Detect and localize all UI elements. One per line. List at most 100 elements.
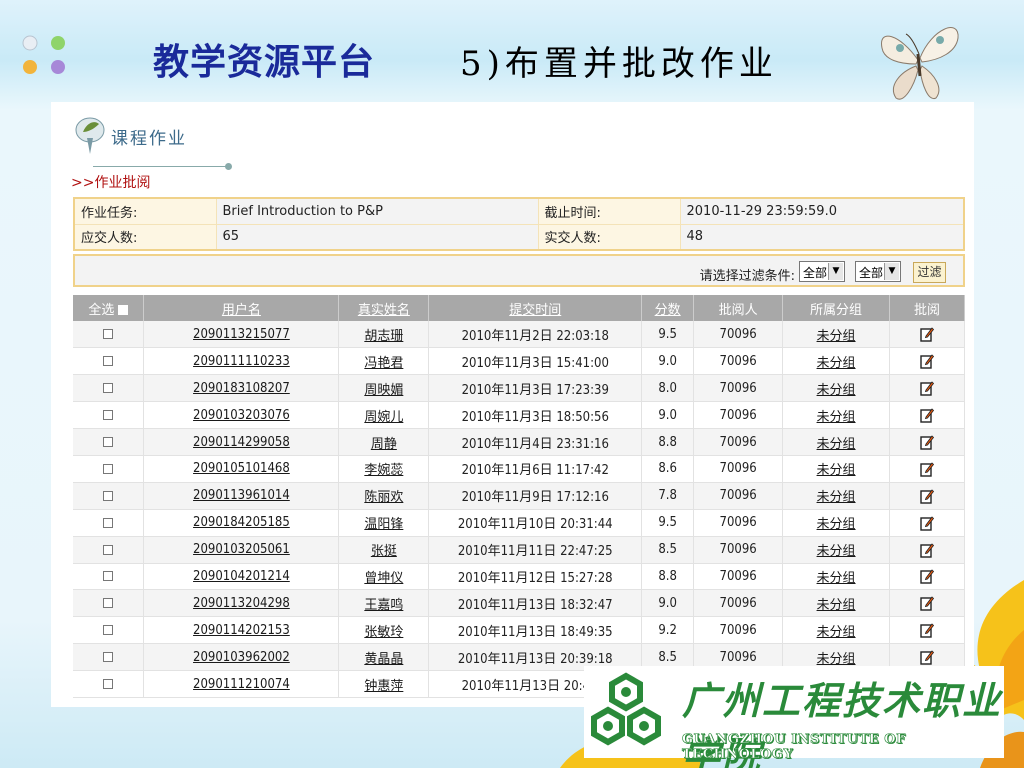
row-select-cell xyxy=(73,401,145,430)
username-link[interactable]: 2090114299058 xyxy=(193,435,290,450)
username-link[interactable]: 2090105101468 xyxy=(193,461,290,476)
row-checkbox[interactable] xyxy=(103,410,114,421)
group-link[interactable]: 未分组 xyxy=(817,544,856,559)
group-link[interactable]: 未分组 xyxy=(817,598,856,613)
group-link[interactable]: 未分组 xyxy=(817,356,856,371)
row-checkbox[interactable] xyxy=(103,437,114,447)
realname-link[interactable]: 张挺 xyxy=(371,544,397,559)
realname-link[interactable]: 陈丽欢 xyxy=(364,490,403,505)
reviewer-cell: 70096 xyxy=(693,482,784,510)
realname-link[interactable]: 周静 xyxy=(371,437,397,452)
realname-link[interactable]: 周映媚 xyxy=(364,383,403,398)
group-cell: 未分组 xyxy=(782,321,891,349)
group-link[interactable]: 未分组 xyxy=(817,437,856,452)
edit-icon[interactable] xyxy=(920,515,934,531)
row-checkbox[interactable] xyxy=(103,463,114,474)
row-checkbox[interactable] xyxy=(103,490,114,501)
username-link[interactable]: 2090111210074 xyxy=(193,677,290,692)
group-link[interactable]: 未分组 xyxy=(817,517,856,532)
username-cell: 2090113204298 xyxy=(143,589,340,618)
realname-link[interactable]: 温阳锋 xyxy=(364,517,403,532)
username-link[interactable]: 2090111110233 xyxy=(193,354,290,369)
group-link[interactable]: 未分组 xyxy=(817,410,856,425)
realname-link[interactable]: 钟惠萍 xyxy=(364,679,403,694)
realname-cell: 周映媚 xyxy=(338,374,430,403)
edit-icon[interactable] xyxy=(920,595,934,612)
filter-button[interactable]: 过滤 xyxy=(913,262,946,283)
realname-link[interactable]: 冯艳君 xyxy=(364,356,403,371)
realname-link[interactable]: 李婉蕊 xyxy=(364,463,403,478)
reviewer-cell: 70096 xyxy=(693,616,784,645)
group-link[interactable]: 未分组 xyxy=(817,625,856,640)
score-cell: 8.6 xyxy=(641,455,695,483)
realname-link[interactable]: 胡志珊 xyxy=(364,329,403,344)
edit-icon[interactable] xyxy=(920,326,934,342)
realname-link[interactable]: 曾坤仪 xyxy=(364,571,403,586)
edit-icon[interactable] xyxy=(920,353,934,370)
row-select-cell xyxy=(73,589,145,618)
username-link[interactable]: 2090103962002 xyxy=(193,650,290,665)
username-link[interactable]: 2090104201214 xyxy=(193,569,290,584)
table-row: 2090105101468 李婉蕊 2010年11月6日 11:17:42 8.6 70… xyxy=(73,455,965,483)
username-link[interactable]: 2090103203076 xyxy=(193,408,290,423)
edit-icon[interactable] xyxy=(920,461,934,477)
reviewer-cell: 70096 xyxy=(693,401,784,430)
reviewer-cell: 70096 xyxy=(693,428,784,456)
col-score[interactable]: 分数 xyxy=(641,295,695,321)
select-all-header[interactable]: 全选 xyxy=(73,295,145,321)
username-cell: 2090113961014 xyxy=(143,482,340,510)
username-link[interactable]: 2090114202153 xyxy=(193,623,290,638)
edit-icon[interactable] xyxy=(920,622,934,638)
col-realname[interactable]: 真实姓名 xyxy=(338,295,430,321)
row-checkbox[interactable] xyxy=(103,571,114,582)
row-checkbox[interactable] xyxy=(103,652,114,663)
username-link[interactable]: 2090183108207 xyxy=(193,381,290,396)
edit-icon[interactable] xyxy=(920,542,934,558)
row-checkbox[interactable] xyxy=(103,625,114,636)
task-value: Brief Introduction to P&P xyxy=(215,197,539,225)
edit-icon[interactable] xyxy=(920,434,934,450)
score-cell: 7.8 xyxy=(641,482,695,510)
group-link[interactable]: 未分组 xyxy=(817,383,856,398)
col-submit-time[interactable]: 提交时间 xyxy=(428,295,643,321)
username-link[interactable]: 2090184205185 xyxy=(193,515,290,530)
group-link[interactable]: 未分组 xyxy=(817,571,856,586)
group-link[interactable]: 未分组 xyxy=(817,329,856,344)
realname-link[interactable]: 黄晶晶 xyxy=(364,652,403,667)
realname-link[interactable]: 张敏玲 xyxy=(364,625,403,640)
edit-icon[interactable] xyxy=(920,380,934,396)
username-cell: 2090183108207 xyxy=(143,374,340,403)
edit-icon[interactable] xyxy=(920,649,934,665)
row-checkbox[interactable] xyxy=(103,356,114,367)
username-link[interactable]: 2090113215077 xyxy=(193,327,290,342)
row-checkbox[interactable] xyxy=(103,544,114,555)
group-cell: 未分组 xyxy=(782,536,891,564)
realname-link[interactable]: 周婉儿 xyxy=(364,410,403,425)
row-checkbox[interactable] xyxy=(103,517,114,528)
edit-icon[interactable] xyxy=(920,407,934,423)
row-checkbox[interactable] xyxy=(103,598,114,609)
breadcrumb[interactable]: >>作业批阅 xyxy=(71,172,150,192)
username-cell: 2090111210074 xyxy=(143,670,340,698)
filter-select-2[interactable]: 全部 ▼ xyxy=(855,261,901,282)
username-link[interactable]: 2090113961014 xyxy=(193,488,290,503)
deadline-value: 2010-11-29 23:59:59.0 xyxy=(679,197,965,225)
reviewer-cell: 70096 xyxy=(693,563,784,591)
row-checkbox[interactable] xyxy=(103,383,114,394)
group-link[interactable]: 未分组 xyxy=(817,490,856,505)
row-checkbox[interactable] xyxy=(103,329,114,340)
row-checkbox[interactable] xyxy=(103,679,114,690)
select-all-checkbox[interactable] xyxy=(118,305,129,315)
filter-select-1[interactable]: 全部 ▼ xyxy=(799,261,845,282)
table-row: 2090114299058 周静 2010年11月4日 23:31:16 8.8 700… xyxy=(73,428,965,456)
edit-icon[interactable] xyxy=(920,488,934,504)
col-username[interactable]: 用户名 xyxy=(143,295,340,321)
score-cell: 9.5 xyxy=(641,321,695,349)
realname-link[interactable]: 王嘉鸣 xyxy=(364,598,403,613)
score-cell: 9.2 xyxy=(641,616,695,645)
group-link[interactable]: 未分组 xyxy=(817,463,856,478)
username-link[interactable]: 2090113204298 xyxy=(193,596,290,611)
username-link[interactable]: 2090103205061 xyxy=(193,542,290,557)
group-link[interactable]: 未分组 xyxy=(817,652,856,667)
edit-icon[interactable] xyxy=(920,568,934,585)
